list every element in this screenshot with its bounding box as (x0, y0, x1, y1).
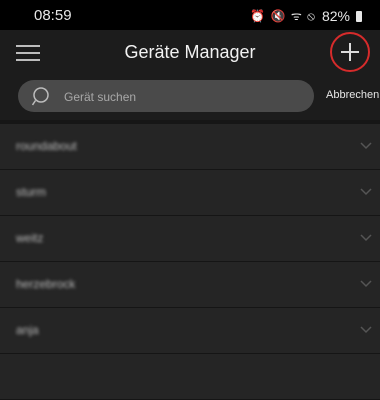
page-title: Geräte Manager (124, 42, 256, 62)
battery-icon (356, 11, 362, 22)
search-icon (32, 87, 49, 106)
list-item[interactable] (0, 354, 380, 400)
search-input[interactable] (62, 80, 306, 114)
search-field[interactable] (18, 80, 314, 114)
chevron-down-icon (360, 326, 372, 334)
device-name: sturm (16, 185, 46, 199)
status-bar: 08:59 ⏰ 🔇 ᯤ ⦸ 82% (0, 0, 380, 30)
status-icons-group: ⏰ 🔇 ᯤ ⦸ 82% (250, 7, 362, 24)
battery-percent: 82% (321, 7, 350, 24)
cancel-button[interactable]: Abbrechen (326, 89, 379, 101)
status-time: 08:59 (34, 7, 72, 24)
device-list: roundabout sturm weitz herzebrock anja (0, 124, 380, 400)
list-item[interactable]: roundabout (0, 124, 380, 170)
chevron-down-icon (360, 142, 372, 150)
device-name: weitz (16, 231, 44, 245)
chevron-down-icon (360, 280, 372, 288)
status-icons: ⏰ 🔇 ᯤ ⦸ (250, 9, 316, 23)
chevron-down-icon (360, 188, 372, 196)
list-item[interactable]: anja (0, 308, 380, 354)
list-item[interactable]: herzebrock (0, 262, 380, 308)
device-name: roundabout (16, 139, 77, 153)
list-item[interactable]: weitz (0, 216, 380, 262)
device-name: anja (16, 323, 39, 337)
list-item[interactable]: sturm (0, 170, 380, 216)
device-name: herzebrock (16, 277, 76, 291)
app-header: Geräte Manager (0, 30, 380, 74)
add-device-button[interactable] (330, 32, 370, 72)
plus-icon (341, 43, 359, 61)
search-bar: Abbrechen (0, 74, 380, 120)
chevron-down-icon (360, 234, 372, 242)
